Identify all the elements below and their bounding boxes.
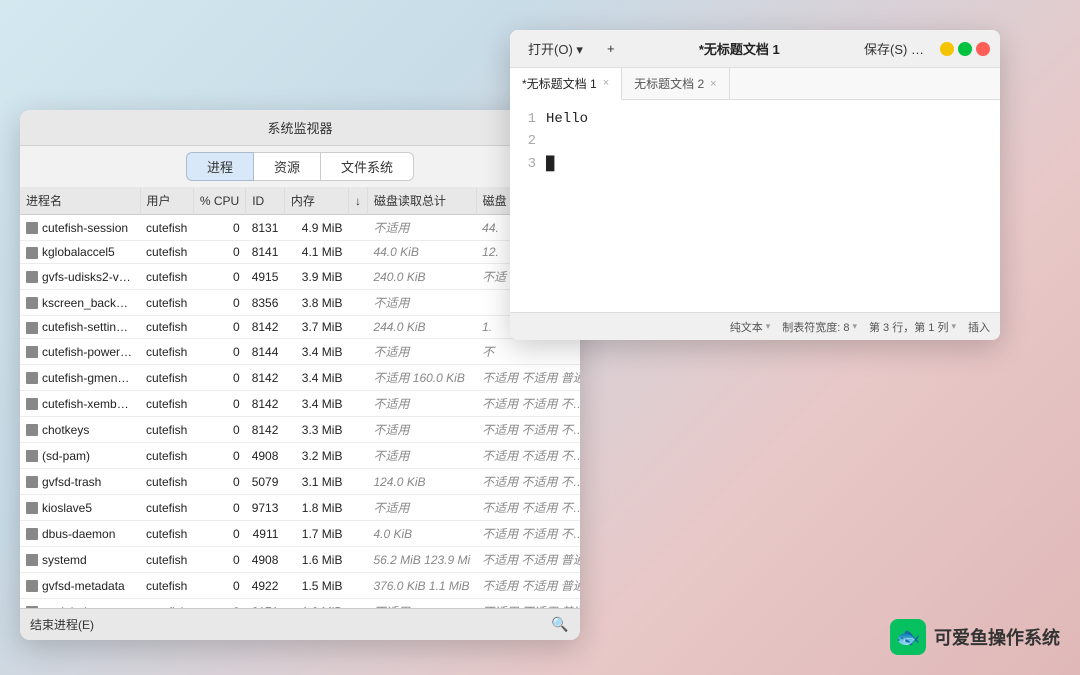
minimize-button[interactable]: — (940, 42, 954, 56)
table-row[interactable]: cutefish-xembedsniproxcutefish081423.4 M… (20, 391, 580, 417)
table-row[interactable]: chotkeyscutefish081423.3 MiB不适用不适用 不适用 不… (20, 417, 580, 443)
process-table: 进程名 用户 % CPU ID 内存 ↓ 磁盘读取总计 磁盘 cutefish-… (20, 187, 580, 608)
col-header-disk-read[interactable]: 磁盘读取总计 (367, 187, 476, 215)
table-header-row: 进程名 用户 % CPU ID 内存 ↓ 磁盘读取总计 磁盘 (20, 187, 580, 215)
watermark: 🐟 可爱鱼操作系统 (890, 619, 1060, 655)
line-3: 3 █ (520, 153, 990, 175)
mode-arrow: ▾ (766, 321, 771, 332)
menu-new-tab[interactable]: + (599, 39, 623, 58)
editor-title: *无标题文档 1 (631, 39, 849, 58)
sysmon-title: 系统监视器 (267, 118, 332, 137)
tab-doc1[interactable]: *无标题文档 1 × (510, 68, 622, 100)
editor-window: 打开(O) ▾ + *无标题文档 1 保存(S) … — □ × *无标题文档 … (510, 30, 1000, 340)
tab-filesystem[interactable]: 文件系统 (320, 152, 414, 181)
wechat-icon: 🐟 (890, 619, 926, 655)
status-position[interactable]: 第 3 行，第 1 列 ▾ (869, 319, 956, 335)
table-row[interactable]: cutefish-settings-daemocutefish081423.7 … (20, 316, 580, 339)
col-header-mem[interactable]: 内存 (284, 187, 348, 215)
table-row[interactable]: dbus-daemoncutefish049111.7 MiB4.0 KiB不适… (20, 521, 580, 547)
search-icon[interactable]: 🔍 (550, 615, 570, 635)
table-row[interactable]: cutefish-sessioncutefish081314.9 MiB不适用4… (20, 215, 580, 241)
table-row[interactable]: nacl_helpercutefish081711.2 MiB不适用不适用 不适… (20, 599, 580, 609)
table-row[interactable]: gvfsd-metadatacutefish049221.5 MiB376.0 … (20, 573, 580, 599)
window-controls: — □ × (940, 42, 990, 56)
sysmon-window: 系统监视器 进程 资源 文件系统 进程名 用户 % CPU ID 内存 ↓ 磁盘… (20, 110, 580, 640)
col-header-name[interactable]: 进程名 (20, 187, 140, 215)
col-header-sort-arrow[interactable]: ↓ (348, 187, 367, 215)
status-insert-mode[interactable]: 插入 (968, 319, 990, 335)
tab-doc2[interactable]: 无标题文档 2 × (622, 68, 729, 99)
close-button[interactable]: × (976, 42, 990, 56)
sysmon-tabs: 进程 资源 文件系统 (20, 146, 580, 187)
pos-arrow: ▾ (951, 321, 956, 332)
table-row[interactable]: (sd-pam)cutefish049083.2 MiB不适用不适用 不适用 不… (20, 443, 580, 469)
table-row[interactable]: kscreen_backend_launccutefish083563.8 Mi… (20, 290, 580, 316)
tab-close-doc2[interactable]: × (710, 78, 716, 90)
col-header-id[interactable]: ID (246, 187, 285, 215)
process-table-container: 进程名 用户 % CPU ID 内存 ↓ 磁盘读取总计 磁盘 cutefish-… (20, 187, 580, 608)
editor-titlebar: 打开(O) ▾ + *无标题文档 1 保存(S) … — □ × (510, 30, 1000, 68)
editor-statusbar: 纯文本 ▾ 制表符宽度: 8 ▾ 第 3 行，第 1 列 ▾ 插入 (510, 312, 1000, 340)
status-tab-width[interactable]: 制表符宽度: 8 ▾ (782, 319, 857, 335)
tab-close-doc1[interactable]: × (603, 77, 609, 89)
sysmon-footer: 结束进程(E) 🔍 (20, 608, 580, 640)
editor-tabs-bar: *无标题文档 1 × 无标题文档 2 × (510, 68, 1000, 100)
table-row[interactable]: kglobalaccel5cutefish081414.1 MiB44.0 Ki… (20, 241, 580, 264)
tab-arrow: ▾ (852, 321, 857, 332)
col-header-cpu[interactable]: % CPU (193, 187, 245, 215)
status-mode[interactable]: 纯文本 ▾ (730, 319, 771, 335)
sysmon-titlebar: 系统监视器 (20, 110, 580, 146)
col-header-user[interactable]: 用户 (140, 187, 193, 215)
tab-resource[interactable]: 资源 (254, 152, 320, 181)
menu-save[interactable]: 保存(S) … (856, 37, 932, 60)
menu-open[interactable]: 打开(O) ▾ (520, 37, 591, 60)
editor-content-area[interactable]: 1 Hello 2 3 █ (510, 100, 1000, 312)
watermark-text: 可爱鱼操作系统 (934, 624, 1060, 650)
table-row[interactable]: cutefish-powermancutefish081443.4 MiB不适用… (20, 339, 580, 365)
table-row[interactable]: gvfs-udisks2-volume-mocutefish049153.9 M… (20, 264, 580, 290)
tab-process[interactable]: 进程 (186, 152, 254, 181)
line-2: 2 (520, 130, 990, 152)
table-scroll-area[interactable]: 进程名 用户 % CPU ID 内存 ↓ 磁盘读取总计 磁盘 cutefish-… (20, 187, 580, 608)
table-row[interactable]: kioslave5cutefish097131.8 MiB不适用不适用 不适用 … (20, 495, 580, 521)
table-row[interactable]: systemdcutefish049081.6 MiB56.2 MiB 123.… (20, 547, 580, 573)
maximize-button[interactable]: □ (958, 42, 972, 56)
end-process-button[interactable]: 结束进程(E) (30, 616, 94, 633)
line-1: 1 Hello (520, 108, 990, 130)
table-row[interactable]: cutefish-gmenuproxycutefish081423.4 MiB不… (20, 365, 580, 391)
table-row[interactable]: gvfsd-trashcutefish050793.1 MiB124.0 KiB… (20, 469, 580, 495)
